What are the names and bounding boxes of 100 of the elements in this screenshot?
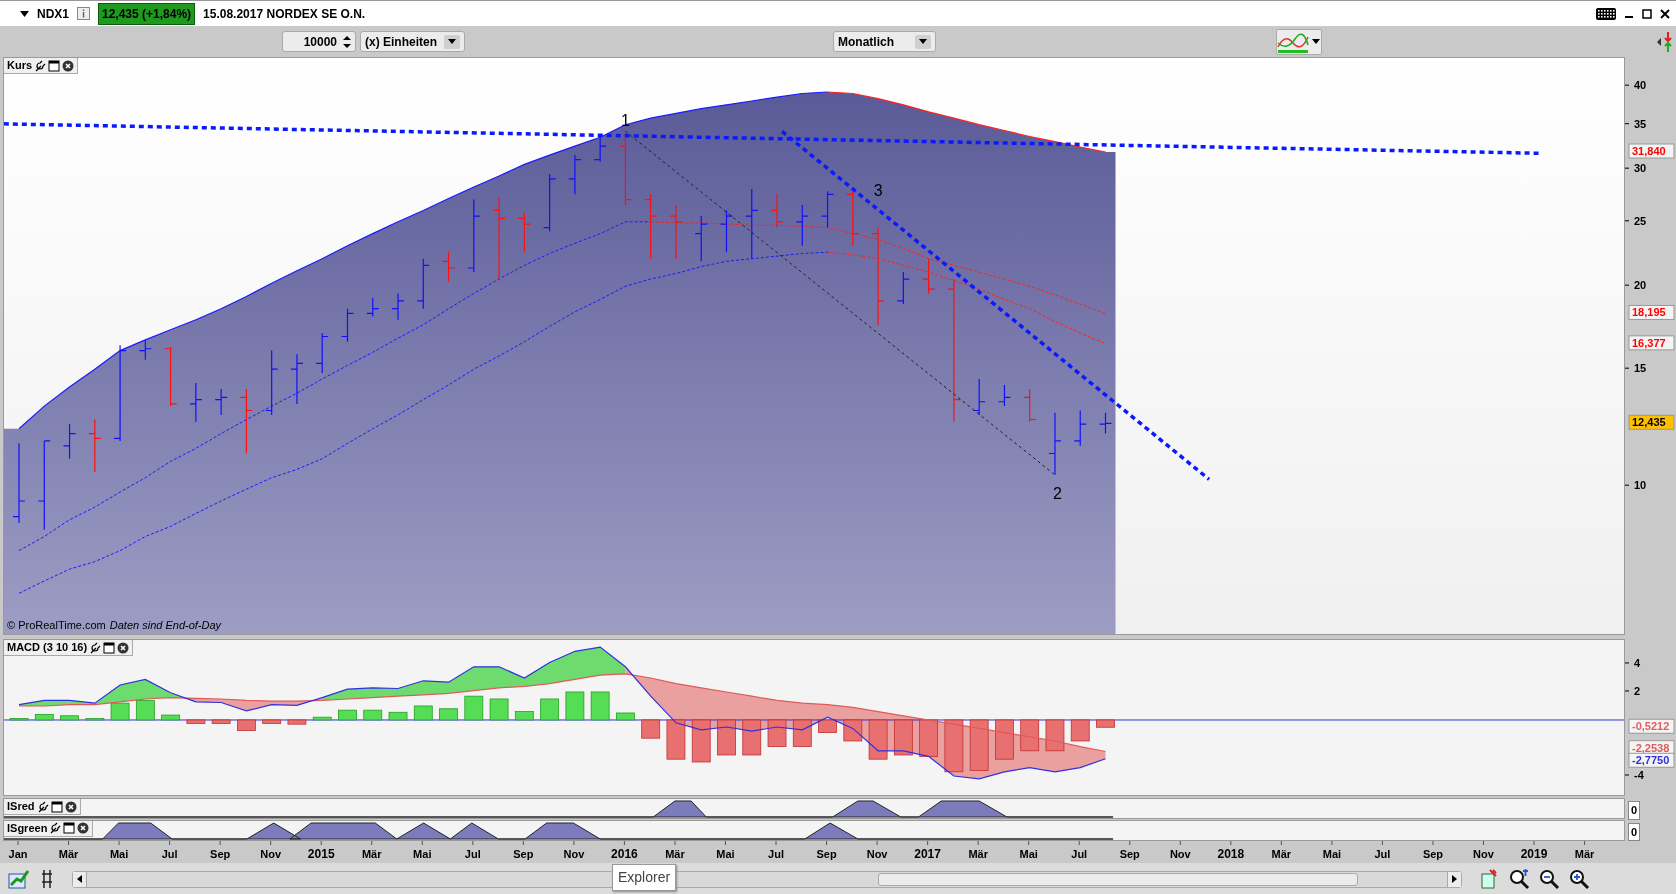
histogram-bar <box>363 709 383 721</box>
maximize-icon[interactable] <box>1642 8 1652 19</box>
window-icon[interactable] <box>103 641 116 654</box>
unit-select[interactable]: (x) Einheiten <box>360 31 465 52</box>
axis-label: 15 <box>1634 362 1647 375</box>
spinner-arrows-icon[interactable] <box>342 33 352 50</box>
wrench-icon[interactable] <box>89 641 102 654</box>
point-label: 2 <box>1053 485 1062 503</box>
wrench-icon[interactable] <box>36 800 49 813</box>
chart-indicator-button[interactable] <box>1276 28 1322 55</box>
close-icon[interactable] <box>64 800 77 813</box>
panel-title: Kurs <box>7 58 33 74</box>
left-arrow-icon[interactable] <box>77 875 82 883</box>
axis-label: 0 <box>1628 822 1641 841</box>
histogram-bar <box>767 719 787 747</box>
histogram-bar <box>590 691 610 721</box>
histogram-bar <box>1045 719 1065 752</box>
histogram-bar <box>514 711 534 721</box>
keyboard-icon[interactable] <box>1596 7 1616 20</box>
price-bar <box>922 258 936 295</box>
window-icon[interactable] <box>63 822 76 834</box>
value-tag: -2,2538 <box>1628 740 1675 756</box>
price-change-badge: 12,435 (+1,84%) <box>98 2 196 25</box>
histogram-bar <box>9 718 29 721</box>
price-bar <box>239 388 253 455</box>
time-axis-label: Mai <box>109 848 129 860</box>
scroll-thumb[interactable] <box>878 872 1358 886</box>
point-label: 3 <box>873 182 883 200</box>
histogram-bar <box>312 716 332 721</box>
period-select[interactable]: Monatlich <box>833 31 936 52</box>
time-axis-label: 2017 <box>914 847 941 861</box>
histogram-bar <box>792 719 812 747</box>
price-bar <box>846 188 860 247</box>
histogram-bar <box>1020 719 1040 752</box>
close-icon[interactable] <box>77 822 90 834</box>
price-bar <box>265 349 279 416</box>
wrench-icon[interactable] <box>34 59 47 72</box>
histogram-bar <box>944 719 964 773</box>
price-bar <box>441 251 456 283</box>
arrows-icon[interactable] <box>1655 29 1673 54</box>
zoom-fit-icon[interactable] <box>1508 868 1530 890</box>
price-bar <box>164 346 178 407</box>
time-axis-label: Sep <box>1422 848 1444 860</box>
price-bar <box>896 271 910 305</box>
histogram-bar <box>1096 719 1115 728</box>
info-icon[interactable] <box>77 7 90 20</box>
price-bar <box>972 378 986 416</box>
histogram-bar <box>413 705 433 721</box>
panel-title: ISred <box>7 799 35 815</box>
wrench-icon[interactable] <box>49 822 62 834</box>
instrument-title: 15.08.2017 NORDEX SE O.N. <box>203 5 366 23</box>
value-tag: 12,435 <box>1628 414 1675 430</box>
window-icon[interactable] <box>50 800 63 813</box>
price-bar <box>1098 412 1113 435</box>
data-note: Daten sind End-of-Day <box>109 617 222 633</box>
time-axis-label: Nov <box>1169 848 1191 860</box>
histogram-bar <box>717 719 736 756</box>
value-tag: 31,840 <box>1628 143 1675 159</box>
price-bar <box>694 215 708 262</box>
price-bar <box>745 188 759 260</box>
price-bar <box>1023 388 1037 423</box>
close-icon[interactable] <box>1660 8 1670 19</box>
panel-title: ISgreen <box>7 820 48 836</box>
price-bar <box>340 308 355 343</box>
histogram-bar <box>489 698 509 721</box>
time-axis-label: Sep <box>210 848 231 860</box>
histogram-bar <box>110 702 130 721</box>
dropdown-caret-icon[interactable] <box>20 10 29 17</box>
price-bar <box>517 212 531 253</box>
scroll-left-button[interactable] <box>73 871 87 887</box>
time-axis-label: Sep <box>816 848 837 860</box>
axis-label: 20 <box>1634 279 1647 292</box>
axis-label: 25 <box>1634 214 1647 227</box>
histogram-bar <box>439 708 458 721</box>
price-bar <box>568 154 582 195</box>
histogram-bar <box>616 712 635 721</box>
time-axis-label: Sep <box>1119 848 1140 860</box>
price-bar <box>770 193 784 229</box>
zoom-out-icon[interactable] <box>1538 868 1560 890</box>
window-icon[interactable] <box>48 59 61 72</box>
close-icon[interactable] <box>62 59 75 72</box>
chart-arrow-icon[interactable] <box>8 868 30 890</box>
time-axis-label: 2016 <box>611 847 638 861</box>
scroll-right-button[interactable] <box>1447 871 1461 887</box>
time-axis-label: 2018 <box>1217 847 1245 861</box>
time-axis-label: Sep <box>513 848 534 860</box>
right-arrow-icon[interactable] <box>1452 875 1457 883</box>
time-axis-label: Mär <box>665 848 685 860</box>
price-bar <box>644 193 658 260</box>
histogram-bar <box>540 698 559 721</box>
histogram-bar <box>818 719 837 733</box>
histogram-bar <box>893 719 913 756</box>
caret-icon <box>1312 39 1320 44</box>
time-axis-label: 2019 <box>1520 847 1548 861</box>
zoom-in-icon[interactable] <box>1568 868 1590 890</box>
histogram-bar <box>338 709 357 721</box>
quantity-field[interactable]: 10000 <box>282 31 356 52</box>
histogram-bar <box>742 719 762 756</box>
histogram-bar <box>919 719 939 757</box>
close-icon[interactable] <box>117 641 130 654</box>
